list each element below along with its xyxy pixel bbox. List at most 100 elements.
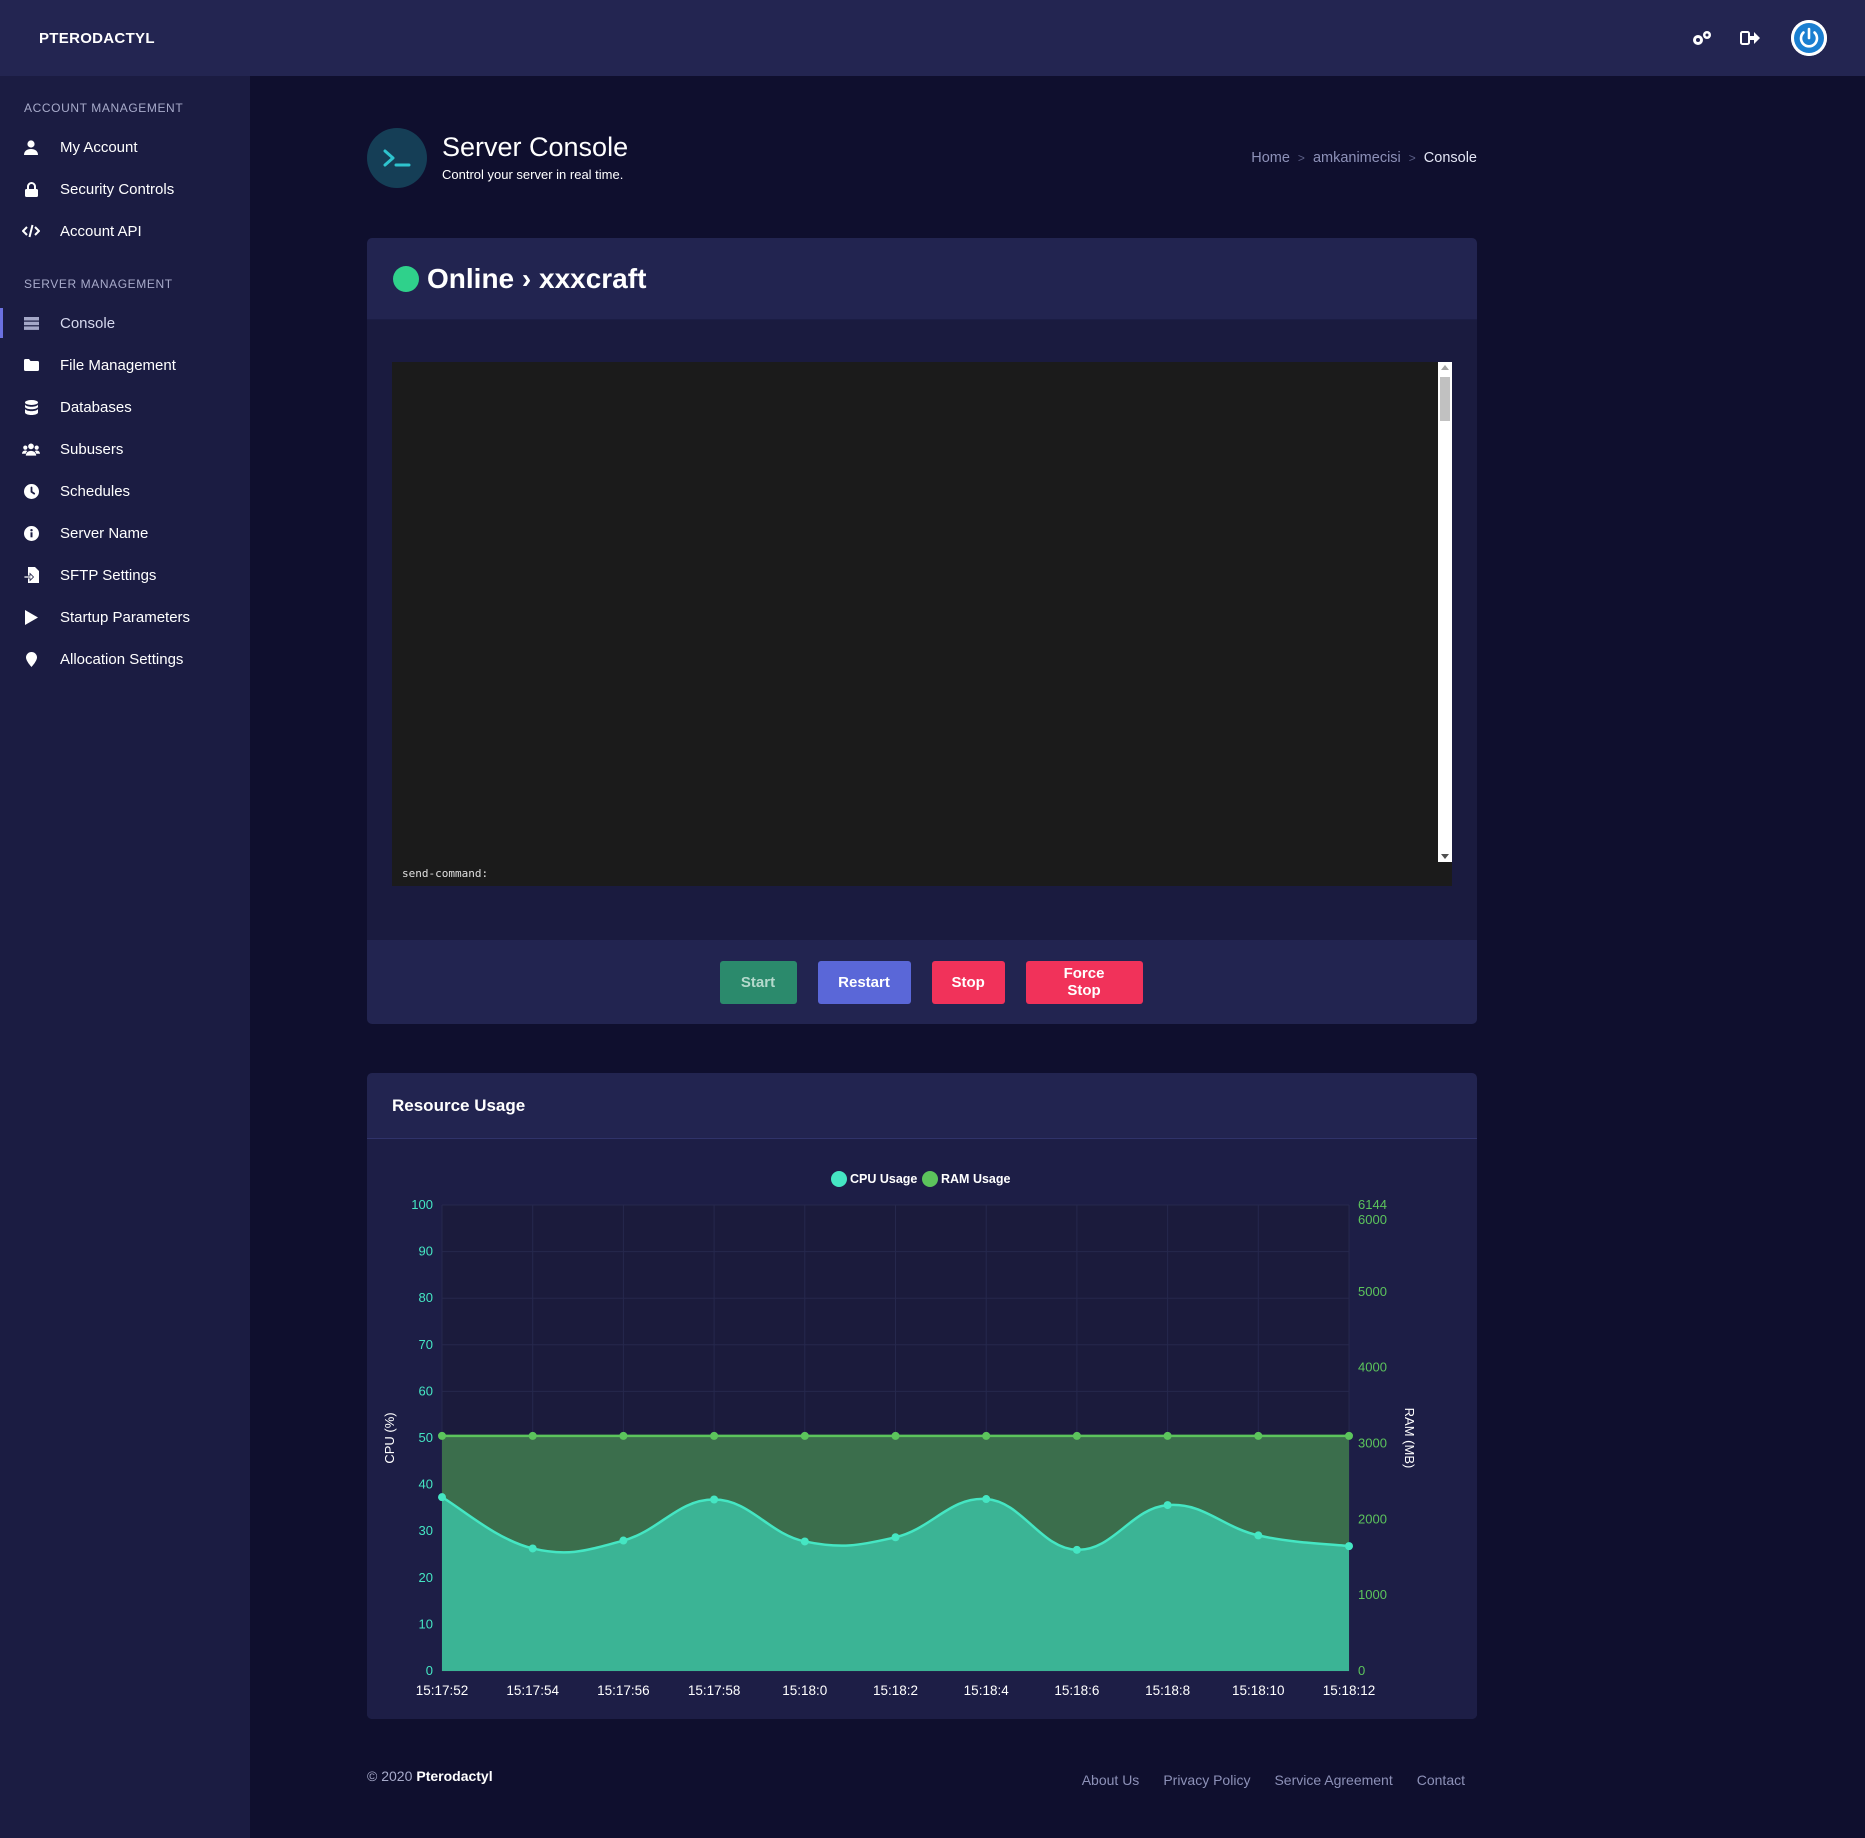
cpu-point	[982, 1495, 991, 1504]
scrollbar-thumb[interactable]	[1440, 377, 1450, 421]
x-tick-label: 15:18:6	[1054, 1683, 1099, 1698]
legend-label: RAM Usage	[941, 1172, 1011, 1186]
sidebar-item-server-name[interactable]: Server Name	[0, 512, 250, 554]
restart-button[interactable]: Restart	[817, 960, 911, 1004]
admin-gear-icon[interactable]	[1689, 25, 1715, 51]
sidebar-item-label: Security Controls	[60, 180, 175, 198]
cpu-point	[891, 1533, 900, 1542]
sidebar-item-allocation-settings[interactable]: Allocation Settings	[0, 638, 250, 680]
breadcrumb-current: Console	[1423, 150, 1477, 166]
logout-icon[interactable]	[1737, 25, 1763, 51]
footer-link-contact[interactable]: Contact	[1417, 1772, 1465, 1788]
breadcrumb-home[interactable]: Home	[1251, 150, 1290, 166]
y2-tick-label: 0	[1358, 1663, 1365, 1678]
ram-point	[1072, 1431, 1081, 1440]
page-header: Server Console Control your server in re…	[367, 128, 1477, 190]
user-icon	[22, 138, 40, 156]
y-axis-label: CPU (%)	[382, 1412, 397, 1463]
resource-chart: 0 10 20 30 40 50 60 70 80 90 100 0 1000 2000 3000 4000 5…	[367, 1139, 1477, 1719]
y2-tick-label: 4000	[1358, 1360, 1387, 1375]
sidebar-item-label: My Account	[60, 138, 138, 156]
y-tick-label: 90	[419, 1244, 433, 1259]
scroll-up-arrow-icon[interactable]	[1441, 365, 1449, 370]
cpu-point	[438, 1493, 446, 1502]
breadcrumb: Home > amkanimecisi > Console	[1251, 150, 1477, 166]
sidebar-item-security-controls[interactable]: Security Controls	[0, 168, 250, 210]
x-tick-label: 15:18:0	[782, 1683, 827, 1698]
sidebar-item-label: Databases	[60, 398, 132, 416]
start-button[interactable]: Start	[719, 960, 797, 1004]
y-tick-label: 30	[419, 1523, 433, 1538]
footer: © 2020 Pterodactyl About Us Privacy Polic…	[367, 1768, 1477, 1798]
cpu-point	[800, 1537, 809, 1546]
sidebar-item-label: Account API	[60, 222, 142, 240]
topbar-actions	[1689, 20, 1827, 56]
sidebar-item-subusers[interactable]: Subusers	[0, 428, 250, 470]
sidebar-item-console[interactable]: Console	[0, 302, 250, 344]
terminal-output[interactable]: send-command:	[392, 362, 1452, 886]
sidebar-item-sftp-settings[interactable]: SFTP Settings	[0, 554, 250, 596]
ram-point	[1345, 1431, 1353, 1440]
lock-icon	[22, 180, 40, 198]
sidebar-item-schedules[interactable]: Schedules	[0, 470, 250, 512]
terminal-scrollbar[interactable]	[1438, 362, 1452, 862]
sidebar-section-account: ACCOUNT MANAGEMENT	[24, 101, 184, 115]
command-input[interactable]	[494, 867, 1395, 880]
sidebar-item-label: Schedules	[60, 482, 131, 500]
sidebar-item-databases[interactable]: Databases	[0, 386, 250, 428]
sidebar-item-file-management[interactable]: File Management	[0, 344, 250, 386]
x-tick-label: 15:17:52	[416, 1683, 469, 1698]
power-icon[interactable]	[1791, 20, 1827, 56]
page-subtitle: Control your server in real time.	[442, 167, 624, 182]
cpu-point	[1163, 1501, 1172, 1510]
y-tick-label: 40	[419, 1477, 433, 1492]
power-controls: Start Restart Stop Force Stop	[367, 940, 1477, 1024]
cpu-point	[1254, 1531, 1263, 1540]
x-tick-label: 15:17:54	[506, 1683, 559, 1698]
copyright-text: © 2020	[367, 1768, 413, 1784]
y-tick-label: 60	[419, 1383, 433, 1398]
scroll-down-arrow-icon[interactable]	[1441, 854, 1449, 859]
breadcrumb-separator: >	[1297, 151, 1305, 165]
ram-point	[438, 1431, 446, 1440]
x-tick-label: 15:18:4	[964, 1683, 1010, 1698]
x-tick-label: 15:18:12	[1323, 1683, 1376, 1698]
terminal-prompt-icon	[367, 128, 427, 188]
server-status-title: Online › xxxcraft	[427, 262, 647, 294]
folder-icon	[22, 356, 40, 374]
footer-link-privacy[interactable]: Privacy Policy	[1163, 1772, 1250, 1788]
force-stop-button[interactable]: Force Stop	[1025, 960, 1143, 1004]
terminal-icon	[22, 314, 40, 332]
brand-logo[interactable]: PTERODACTYL	[39, 30, 155, 47]
y-tick-label: 10	[419, 1616, 433, 1631]
ram-point	[710, 1431, 719, 1440]
y2-tick-label: 1000	[1358, 1587, 1387, 1602]
users-icon	[22, 440, 40, 458]
file-transfer-icon	[22, 566, 40, 584]
y-tick-label: 0	[426, 1663, 433, 1678]
y2-tick-label: 3000	[1358, 1435, 1387, 1450]
sidebar-item-label: Subusers	[60, 440, 124, 458]
ram-point	[800, 1431, 809, 1440]
sidebar-section-server: SERVER MANAGEMENT	[24, 277, 173, 291]
command-prompt: send-command:	[402, 867, 489, 880]
footer-link-about[interactable]: About Us	[1082, 1772, 1140, 1788]
ram-point	[1163, 1431, 1172, 1440]
legend-swatch	[831, 1171, 847, 1187]
footer-link-service-agreement[interactable]: Service Agreement	[1274, 1772, 1392, 1788]
resource-usage-title: Resource Usage	[367, 1073, 1477, 1139]
cpu-point	[1345, 1542, 1353, 1551]
sidebar: ACCOUNT MANAGEMENT My Account Security C…	[0, 76, 250, 1838]
sidebar-item-startup-parameters[interactable]: Startup Parameters	[0, 596, 250, 638]
x-tick-label: 15:18:10	[1232, 1683, 1285, 1698]
sidebar-item-label: Startup Parameters	[60, 608, 191, 626]
cpu-point	[710, 1495, 719, 1504]
y2-tick-label: 6144	[1358, 1197, 1387, 1212]
console-header: Online › xxxcraft	[367, 238, 1477, 320]
footer-brand: Pterodactyl	[416, 1768, 493, 1784]
play-icon	[22, 608, 40, 626]
breadcrumb-server[interactable]: amkanimecisi	[1313, 150, 1401, 166]
sidebar-item-account-api[interactable]: Account API	[0, 210, 250, 252]
stop-button[interactable]: Stop	[931, 960, 1005, 1004]
sidebar-item-my-account[interactable]: My Account	[0, 126, 250, 168]
